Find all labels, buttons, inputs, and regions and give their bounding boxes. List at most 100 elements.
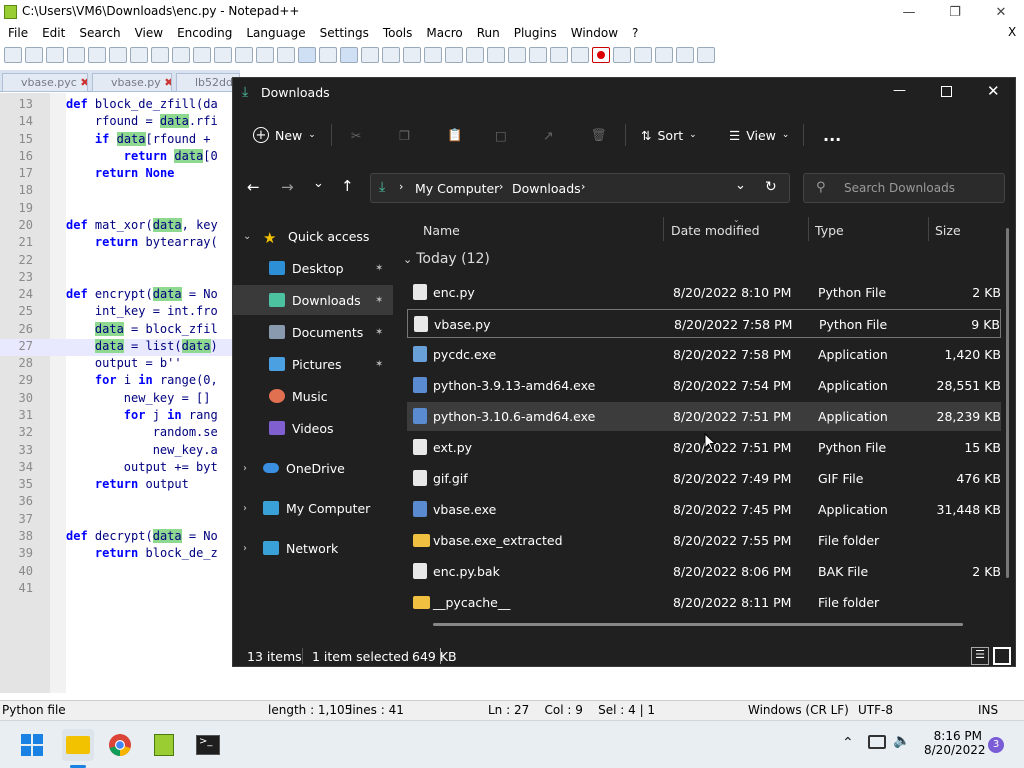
toolbar-button-icon[interactable] xyxy=(508,47,526,63)
pin-icon[interactable]: ✶ xyxy=(375,295,383,306)
npp-close-doc-button[interactable]: X xyxy=(1008,25,1016,39)
toolbar-button-icon[interactable] xyxy=(130,47,148,63)
taskbar-terminal[interactable]: >_ xyxy=(192,729,224,761)
paste-icon[interactable]: 📋 xyxy=(447,123,463,147)
taskbar-notepadpp[interactable] xyxy=(148,729,180,761)
refresh-icon[interactable]: ↻ xyxy=(765,179,777,195)
cut-icon[interactable]: ✂ xyxy=(351,123,361,147)
file-row[interactable]: __pycache__ 8/20/2022 8:11 PM File folder xyxy=(407,588,1001,617)
menu-item[interactable]: Plugins xyxy=(506,24,563,42)
menu-item[interactable]: Run xyxy=(469,24,506,42)
start-button[interactable] xyxy=(16,729,48,761)
tab-vbase-pyc[interactable]: vbase.pyc ✖ xyxy=(2,73,88,92)
file-row[interactable]: enc.py.bak 8/20/2022 8:06 PM BAK File 2 KB xyxy=(407,557,1001,586)
menu-item[interactable]: File xyxy=(0,24,34,42)
chevron-right-icon[interactable]: › xyxy=(243,543,247,554)
nav-item[interactable]: ⌄ ★ Quick access xyxy=(233,221,393,251)
toolbar-button-icon[interactable] xyxy=(529,47,547,63)
group-header[interactable]: ⌄ Today (12) xyxy=(403,251,490,267)
details-view-icon[interactable]: ☰ xyxy=(971,647,989,665)
tiles-view-icon[interactable] xyxy=(993,647,1011,665)
toolbar-button-icon[interactable] xyxy=(487,47,505,63)
nav-item[interactable]: › My Computer xyxy=(233,493,393,523)
network-status-icon[interactable] xyxy=(868,735,886,749)
share-icon[interactable]: ↗ xyxy=(543,123,553,147)
chevron-down-icon[interactable]: ⌄ xyxy=(243,231,251,242)
npp-maximize-button[interactable]: ❐ xyxy=(932,0,978,24)
explorer-minimize-button[interactable]: — xyxy=(893,83,906,98)
menu-item[interactable]: Window xyxy=(563,24,624,42)
file-row[interactable]: pycdc.exe 8/20/2022 7:58 PM Application 1,4… xyxy=(407,340,1001,369)
toolbar-button-icon[interactable] xyxy=(634,47,652,63)
more-options-button[interactable]: ... xyxy=(823,123,841,147)
toolbar-button-icon[interactable] xyxy=(424,47,442,63)
toolbar-button-icon[interactable] xyxy=(382,47,400,63)
code-editor[interactable]: 13 def block_de_zfill(da 14 rfound = data.… xyxy=(0,93,240,693)
notification-badge[interactable]: 3 xyxy=(988,737,1004,753)
pin-icon[interactable]: ✶ xyxy=(375,327,383,338)
menu-item[interactable]: Encoding xyxy=(169,24,238,42)
tab-close-icon[interactable]: ✖ xyxy=(164,76,171,89)
clock[interactable]: 8:16 PM 8/20/2022 xyxy=(924,729,986,757)
toolbar-button-icon[interactable] xyxy=(4,47,22,63)
toolbar-button-icon[interactable] xyxy=(25,47,43,63)
toolbar-button-icon[interactable] xyxy=(193,47,211,63)
toolbar-button-icon[interactable] xyxy=(235,47,253,63)
menu-item[interactable]: Settings xyxy=(312,24,375,42)
pin-icon[interactable]: ✶ xyxy=(375,359,383,370)
tab-close-icon[interactable]: ✖ xyxy=(80,76,87,89)
menu-item[interactable]: Tools xyxy=(375,24,419,42)
toolbar-button-icon[interactable] xyxy=(571,47,589,63)
nav-item[interactable]: › OneDrive xyxy=(233,453,393,483)
explorer-maximize-button[interactable] xyxy=(941,86,952,97)
chevron-right-icon[interactable]: › xyxy=(243,503,247,514)
nav-item[interactable]: Pictures ✶ xyxy=(233,349,393,379)
toolbar-button-icon[interactable] xyxy=(403,47,421,63)
file-row[interactable]: python-3.10.6-amd64.exe 8/20/2022 7:51 PM… xyxy=(407,402,1001,431)
nav-item[interactable]: Desktop ✶ xyxy=(233,253,393,283)
breadcrumb-downloads[interactable]: Downloads xyxy=(512,181,581,196)
menu-item[interactable]: Language xyxy=(238,24,311,42)
taskbar-chrome[interactable] xyxy=(104,729,136,761)
search-box[interactable]: ⚲ Search Downloads xyxy=(803,173,1005,203)
address-bar[interactable]: ⤓ › My Computer › Downloads › ⌄ ↻ xyxy=(370,173,790,203)
new-button[interactable]: + New ⌄ xyxy=(253,123,316,147)
toolbar-button-icon[interactable] xyxy=(109,47,127,63)
back-arrow-icon[interactable]: ← xyxy=(247,178,260,196)
menu-item[interactable]: ? xyxy=(624,24,644,42)
address-history-chevron-icon[interactable]: ⌄ xyxy=(735,178,746,193)
nav-item[interactable]: Videos xyxy=(233,413,393,443)
npp-minimize-button[interactable]: — xyxy=(886,0,932,24)
toolbar-button-icon[interactable] xyxy=(151,47,169,63)
chevron-right-icon[interactable]: › xyxy=(243,463,247,474)
pin-icon[interactable]: ✶ xyxy=(375,263,383,274)
file-row[interactable]: gif.gif 8/20/2022 7:49 PM GIF File 476 KB xyxy=(407,464,1001,493)
taskbar-file-explorer[interactable] xyxy=(62,729,94,761)
copy-icon[interactable]: ❐ xyxy=(399,123,410,147)
toolbar-button-icon[interactable] xyxy=(466,47,484,63)
toolbar-button-icon[interactable] xyxy=(277,47,295,63)
column-header-date[interactable]: Date modified xyxy=(671,223,760,238)
nav-item[interactable]: Downloads ✶ xyxy=(233,285,393,315)
recent-locations-chevron-icon[interactable]: ⌄ xyxy=(313,176,324,191)
view-button[interactable]: ☰ View ⌄ xyxy=(729,123,789,147)
toolbar-button-icon[interactable] xyxy=(697,47,715,63)
nav-item[interactable]: › Network xyxy=(233,533,393,563)
menu-item[interactable]: Search xyxy=(71,24,126,42)
menu-item[interactable]: Edit xyxy=(34,24,71,42)
toolbar-button-icon[interactable] xyxy=(550,47,568,63)
sort-button[interactable]: ⇅ Sort ⌄ xyxy=(641,123,697,147)
toolbar-button-icon[interactable] xyxy=(88,47,106,63)
column-header-type[interactable]: Type xyxy=(815,223,844,238)
toolbar-button-icon[interactable] xyxy=(319,47,337,63)
toolbar-button-icon[interactable] xyxy=(592,47,610,63)
delete-icon[interactable]: 🗑 xyxy=(591,123,607,147)
toolbar-button-icon[interactable] xyxy=(340,47,358,63)
file-row[interactable]: vbase.exe_extracted 8/20/2022 7:55 PM File… xyxy=(407,526,1001,555)
column-header-name[interactable]: Name xyxy=(423,223,460,238)
toolbar-button-icon[interactable] xyxy=(46,47,64,63)
toolbar-button-icon[interactable] xyxy=(655,47,673,63)
nav-item[interactable]: Music xyxy=(233,381,393,411)
menu-item[interactable]: View xyxy=(127,24,169,42)
horizontal-scrollbar[interactable] xyxy=(433,623,963,626)
